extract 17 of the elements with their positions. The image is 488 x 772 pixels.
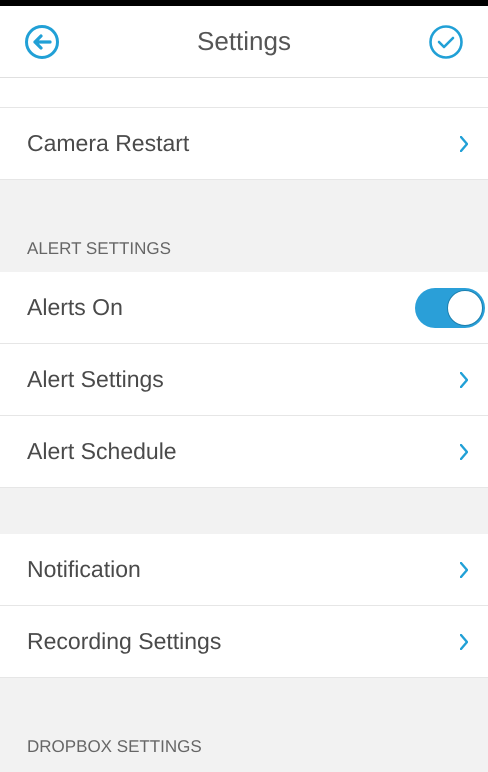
chevron-icon (460, 634, 468, 650)
back-icon (24, 24, 60, 60)
settings-row[interactable]: Alert Settings (0, 344, 488, 416)
section-header: ALERT SETTINGS (27, 238, 171, 260)
settings-row[interactable]: Camera Restart (0, 108, 488, 180)
chevron-icon (460, 136, 468, 152)
screen-title: Settings (197, 25, 291, 58)
settings-row[interactable]: Notification (0, 534, 488, 606)
chevron-icon (460, 444, 468, 460)
toggle-switch[interactable] (415, 288, 485, 328)
chevron-icon (460, 372, 468, 388)
check-icon (428, 24, 464, 60)
settings-row[interactable]: Alert Schedule (0, 416, 488, 488)
alerts-label: Alerts On (27, 293, 123, 322)
settings-row[interactable]: Recording Settings (0, 606, 488, 678)
section-header: DROPBOX SETTINGS (27, 736, 202, 758)
chevron-icon (460, 562, 468, 578)
